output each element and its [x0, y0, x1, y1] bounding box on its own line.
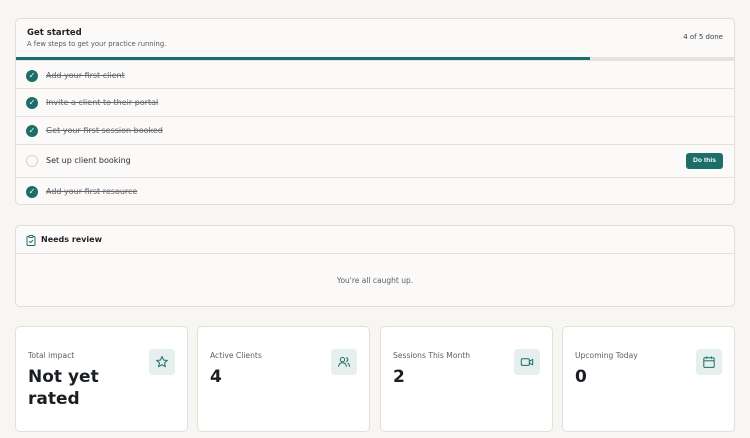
stat-value: 2 [393, 367, 405, 387]
get-started-card: Get started A few steps to get your prac… [15, 18, 735, 205]
stat-label: Total impact [28, 351, 75, 360]
stat-value: 0 [575, 367, 587, 387]
get-started-title: Get started [27, 28, 82, 38]
stat-label: Upcoming Today [575, 351, 638, 360]
stat-card-upcoming-today[interactable]: Upcoming Today 0 [562, 326, 735, 432]
users-icon [331, 349, 357, 375]
star-icon [149, 349, 175, 375]
stat-card-active-clients[interactable]: Active Clients 4 [197, 326, 370, 432]
step-label: Set up client booking [46, 156, 131, 165]
check-icon: ✓ [26, 125, 38, 137]
clipboard-check-icon [26, 235, 36, 246]
step-label: Invite a client to their portal [46, 98, 159, 107]
step-invite-client-portal[interactable]: ✓ Invite a client to their portal [16, 88, 734, 116]
stat-value: 4 [210, 367, 222, 387]
do-this-button[interactable]: Do this [685, 153, 723, 169]
calendar-icon [696, 349, 722, 375]
step-first-session-booked[interactable]: ✓ Get your first session booked [16, 116, 734, 144]
needs-review-title: Needs review [41, 235, 102, 244]
progress-count: 4 of 5 done [683, 33, 723, 41]
step-label: Add your first resource [46, 187, 138, 196]
stat-card-total-impact[interactable]: Total impact Not yet rated [15, 326, 188, 432]
step-add-first-client[interactable]: ✓ Add your first client [16, 60, 734, 91]
check-icon: ✓ [26, 70, 38, 82]
step-label: Add your first client [46, 71, 125, 80]
needs-review-empty-state: You're all caught up. [336, 276, 414, 285]
get-started-subtitle: A few steps to get your practice running… [27, 40, 167, 48]
stat-card-sessions-this-month[interactable]: Sessions This Month 2 [380, 326, 553, 432]
video-icon [514, 349, 540, 375]
needs-review-header: Needs review [16, 226, 734, 254]
step-add-first-resource[interactable]: ✓ Add your first resource [16, 177, 734, 204]
stat-value: Not yet rated [28, 367, 99, 409]
step-set-up-client-booking[interactable]: Set up client booking Do this [16, 144, 734, 177]
check-icon: ✓ [26, 97, 38, 109]
stat-label: Active Clients [210, 351, 262, 360]
step-label: Get your first session booked [46, 126, 163, 135]
stat-label: Sessions This Month [393, 351, 471, 360]
get-started-header: Get started A few steps to get your prac… [16, 19, 734, 58]
check-icon: ✓ [26, 186, 38, 198]
needs-review-card: Needs review You're all caught up. [15, 225, 735, 307]
unchecked-circle-icon [26, 155, 38, 167]
